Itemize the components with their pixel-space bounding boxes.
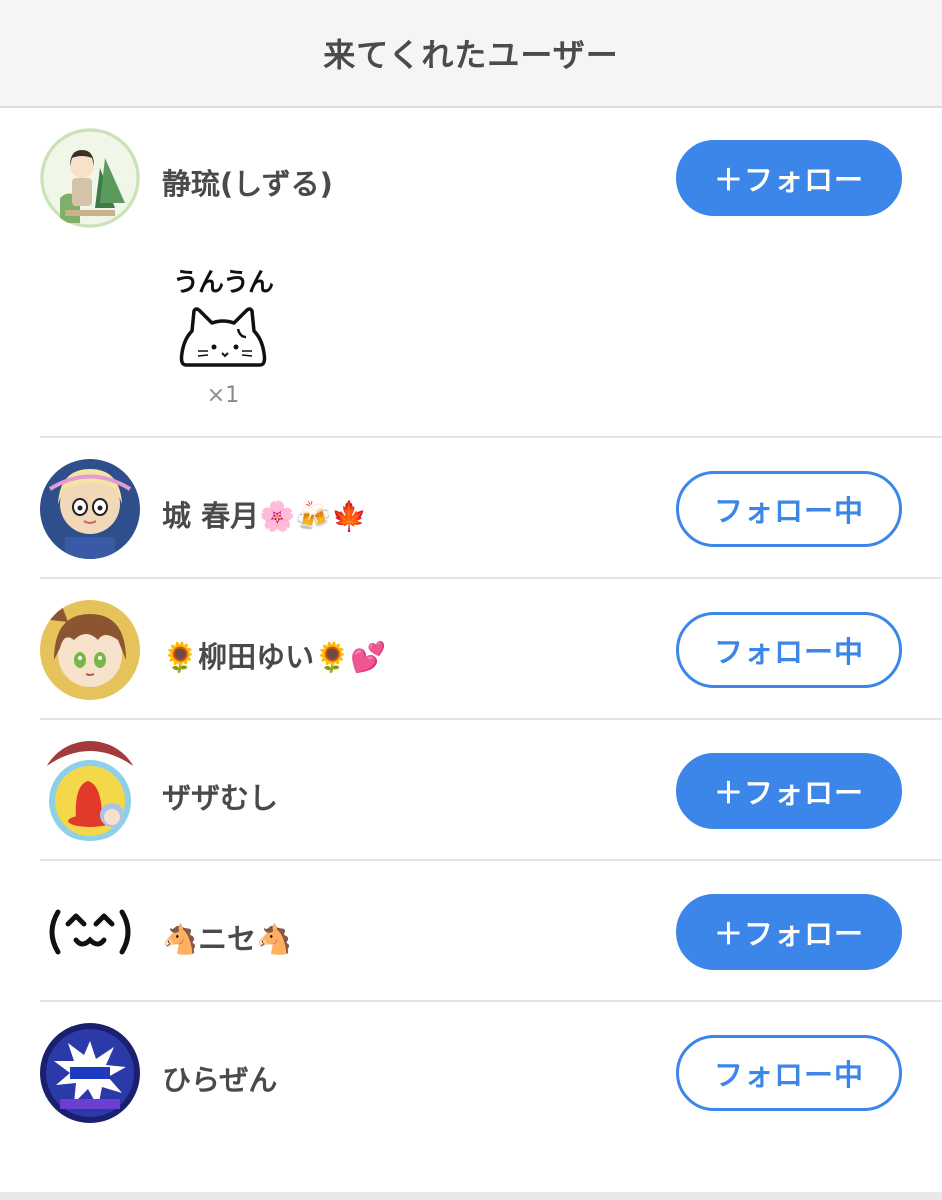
user-name: 🐴ニセ🐴 — [162, 922, 293, 956]
following-button[interactable]: フォロー中 — [676, 612, 902, 688]
user-name: ザザむし — [162, 781, 279, 815]
user-row[interactable]: ザザむし ＋フォロー — [0, 720, 942, 860]
avatar[interactable] — [40, 128, 140, 228]
following-button[interactable]: フォロー中 — [676, 471, 902, 547]
stamp-text: うんうん — [172, 268, 274, 298]
user-name: 城 春月🌸🍻🍁 — [162, 499, 368, 533]
user-name: 🌻柳田ゆい🌻💕 — [162, 640, 387, 674]
avatar[interactable] — [40, 882, 140, 982]
user-name: ひらぜん — [162, 1063, 278, 1097]
bottom-bar — [0, 1192, 942, 1200]
avatar[interactable] — [40, 1023, 140, 1123]
follow-button[interactable]: ＋フォロー — [676, 894, 902, 970]
user-name: 静琉(しずる) — [162, 167, 333, 201]
user-row[interactable]: 🐴ニセ🐴 ＋フォロー — [0, 861, 942, 1001]
follow-button[interactable]: ＋フォロー — [676, 140, 902, 216]
user-row[interactable]: 静琉(しずる) ＋フォロー うんうん ×1 — [0, 106, 942, 438]
avatar[interactable] — [40, 459, 140, 559]
avatar[interactable] — [40, 600, 140, 700]
follow-button[interactable]: ＋フォロー — [676, 753, 902, 829]
header: 来てくれたユーザー — [0, 0, 942, 108]
cat-stamp-icon — [179, 307, 267, 367]
page-title: 来てくれたユーザー — [323, 36, 619, 74]
user-row[interactable]: 🌻柳田ゆい🌻💕 フォロー中 — [0, 579, 942, 719]
stamp: うんうん ×1 — [168, 262, 278, 408]
user-row[interactable]: ひらぜん フォロー中 — [0, 1002, 942, 1142]
user-row[interactable]: 城 春月🌸🍻🍁 フォロー中 — [0, 438, 942, 578]
stamp-count: ×1 — [206, 383, 240, 408]
avatar[interactable] — [40, 741, 140, 841]
following-button[interactable]: フォロー中 — [676, 1035, 902, 1111]
